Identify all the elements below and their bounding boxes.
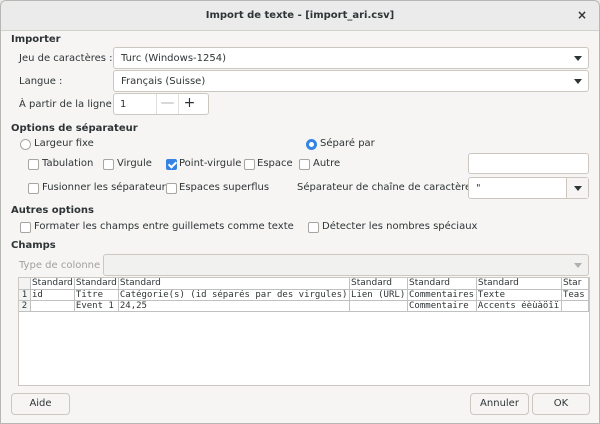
plus-icon[interactable]: +: [178, 94, 200, 114]
column-header[interactable]: Standard: [407, 278, 477, 290]
table-cell: [561, 300, 589, 312]
from-line-label: À partir de la ligne :: [19, 99, 119, 110]
charset-value: Turc (Windows-1254): [121, 53, 226, 64]
table-cell: Accents éèùàöîï: [476, 300, 562, 312]
separated-by-radio[interactable]: [306, 139, 317, 150]
table-cell: Titre: [74, 289, 119, 301]
semicolon-checkbox[interactable]: [166, 159, 177, 170]
column-header[interactable]: Standard: [476, 278, 562, 290]
quoted-as-text-label: Formater les champs entre guillemets com…: [34, 221, 294, 232]
from-line-spinbox[interactable]: 1 — +: [113, 93, 209, 115]
other-checkbox[interactable]: [299, 159, 310, 170]
table-header-row: Standard Standard Standard Standard Stan…: [19, 278, 589, 290]
table-cell: Catégorie(s) (id séparés par des virgule…: [118, 289, 351, 301]
table-cell: Event 1: [74, 300, 119, 312]
from-line-value: 1: [120, 99, 127, 110]
trim-spaces-label: Espaces superflus: [179, 182, 270, 193]
table-cell: [349, 300, 409, 312]
comma-checkbox[interactable]: [103, 159, 114, 170]
window-title: Import de texte - [import_ari.csv]: [205, 10, 395, 21]
table-cell: Lien (URL): [349, 289, 409, 301]
merge-separators-checkbox[interactable]: [28, 183, 39, 194]
corner-cell: [19, 278, 31, 290]
fixed-width-radio[interactable]: [20, 139, 31, 150]
row-number: 2: [19, 300, 31, 312]
semicolon-label: Point-virgule: [179, 158, 242, 169]
comma-label: Virgule: [117, 158, 152, 169]
merge-separators-label: Fusionner les séparateurs: [42, 182, 171, 193]
language-combo[interactable]: Français (Suisse): [113, 70, 589, 92]
other-separator-input[interactable]: [468, 153, 589, 174]
table-cell: Commentaires: [407, 289, 477, 301]
string-delimiter-value: ": [476, 183, 481, 194]
fixed-width-label: Largeur fixe: [34, 138, 94, 149]
chevron-down-icon: [574, 263, 582, 268]
table-row: 2 Event 1 24,25 Commentaire Accents éèùà…: [19, 300, 589, 312]
tab-label: Tabulation: [42, 158, 94, 169]
table-cell: id: [30, 289, 75, 301]
column-header[interactable]: Star: [561, 278, 589, 290]
separated-by-label: Séparé par: [320, 138, 375, 149]
table-cell: [30, 300, 75, 312]
tab-checkbox[interactable]: [28, 159, 39, 170]
string-delimiter-label: Séparateur de chaîne de caractères :: [297, 182, 483, 193]
close-icon[interactable]: ×: [575, 9, 589, 23]
titlebar: Import de texte - [import_ari.csv] ×: [1, 1, 599, 31]
detect-special-numbers-label: Détecter les nombres spéciaux: [322, 221, 478, 232]
minus-icon[interactable]: —: [156, 94, 178, 114]
column-type-label: Type de colonne :: [19, 260, 107, 271]
charset-label: Jeu de caractères :: [19, 53, 113, 64]
chevron-down-icon: [574, 56, 582, 61]
string-delimiter-combo[interactable]: ": [468, 177, 589, 199]
column-header[interactable]: Standard: [30, 278, 75, 290]
language-label: Langue :: [19, 76, 63, 87]
detect-special-numbers-checkbox[interactable]: [308, 222, 319, 233]
table-cell: Commentaire: [407, 300, 477, 312]
preview-table: Standard Standard Standard Standard Stan…: [19, 278, 589, 312]
space-checkbox[interactable]: [244, 159, 255, 170]
other-label: Autre: [313, 158, 341, 169]
table-cell: 24,25: [118, 300, 351, 312]
preview-grid[interactable]: Standard Standard Standard Standard Stan…: [18, 277, 590, 386]
ok-button[interactable]: OK: [532, 393, 590, 415]
column-header[interactable]: Standard: [349, 278, 409, 290]
column-header[interactable]: Standard: [118, 278, 351, 290]
table-cell: Teas: [561, 289, 589, 301]
importer-heading: Importer: [11, 34, 61, 45]
import-text-dialog: Import de texte - [import_ari.csv] × Imp…: [0, 0, 600, 424]
help-button[interactable]: Aide: [11, 393, 70, 415]
cancel-button[interactable]: Annuler: [470, 393, 529, 415]
fields-heading: Champs: [11, 240, 56, 251]
charset-combo[interactable]: Turc (Windows-1254): [113, 47, 589, 69]
language-value: Français (Suisse): [121, 76, 206, 87]
other-options-heading: Autres options: [11, 205, 94, 216]
table-row: 1 id Titre Catégorie(s) (id séparés par …: [19, 289, 589, 301]
column-type-combo[interactable]: [103, 254, 589, 276]
column-header[interactable]: Standard: [74, 278, 119, 290]
chevron-down-icon: [574, 79, 582, 84]
space-label: Espace: [257, 158, 293, 169]
chevron-down-icon: [574, 186, 582, 191]
row-number: 1: [19, 289, 31, 301]
separator-heading: Options de séparateur: [11, 123, 138, 134]
trim-spaces-checkbox[interactable]: [166, 183, 177, 194]
quoted-as-text-checkbox[interactable]: [20, 222, 31, 233]
table-cell: Texte: [476, 289, 562, 301]
